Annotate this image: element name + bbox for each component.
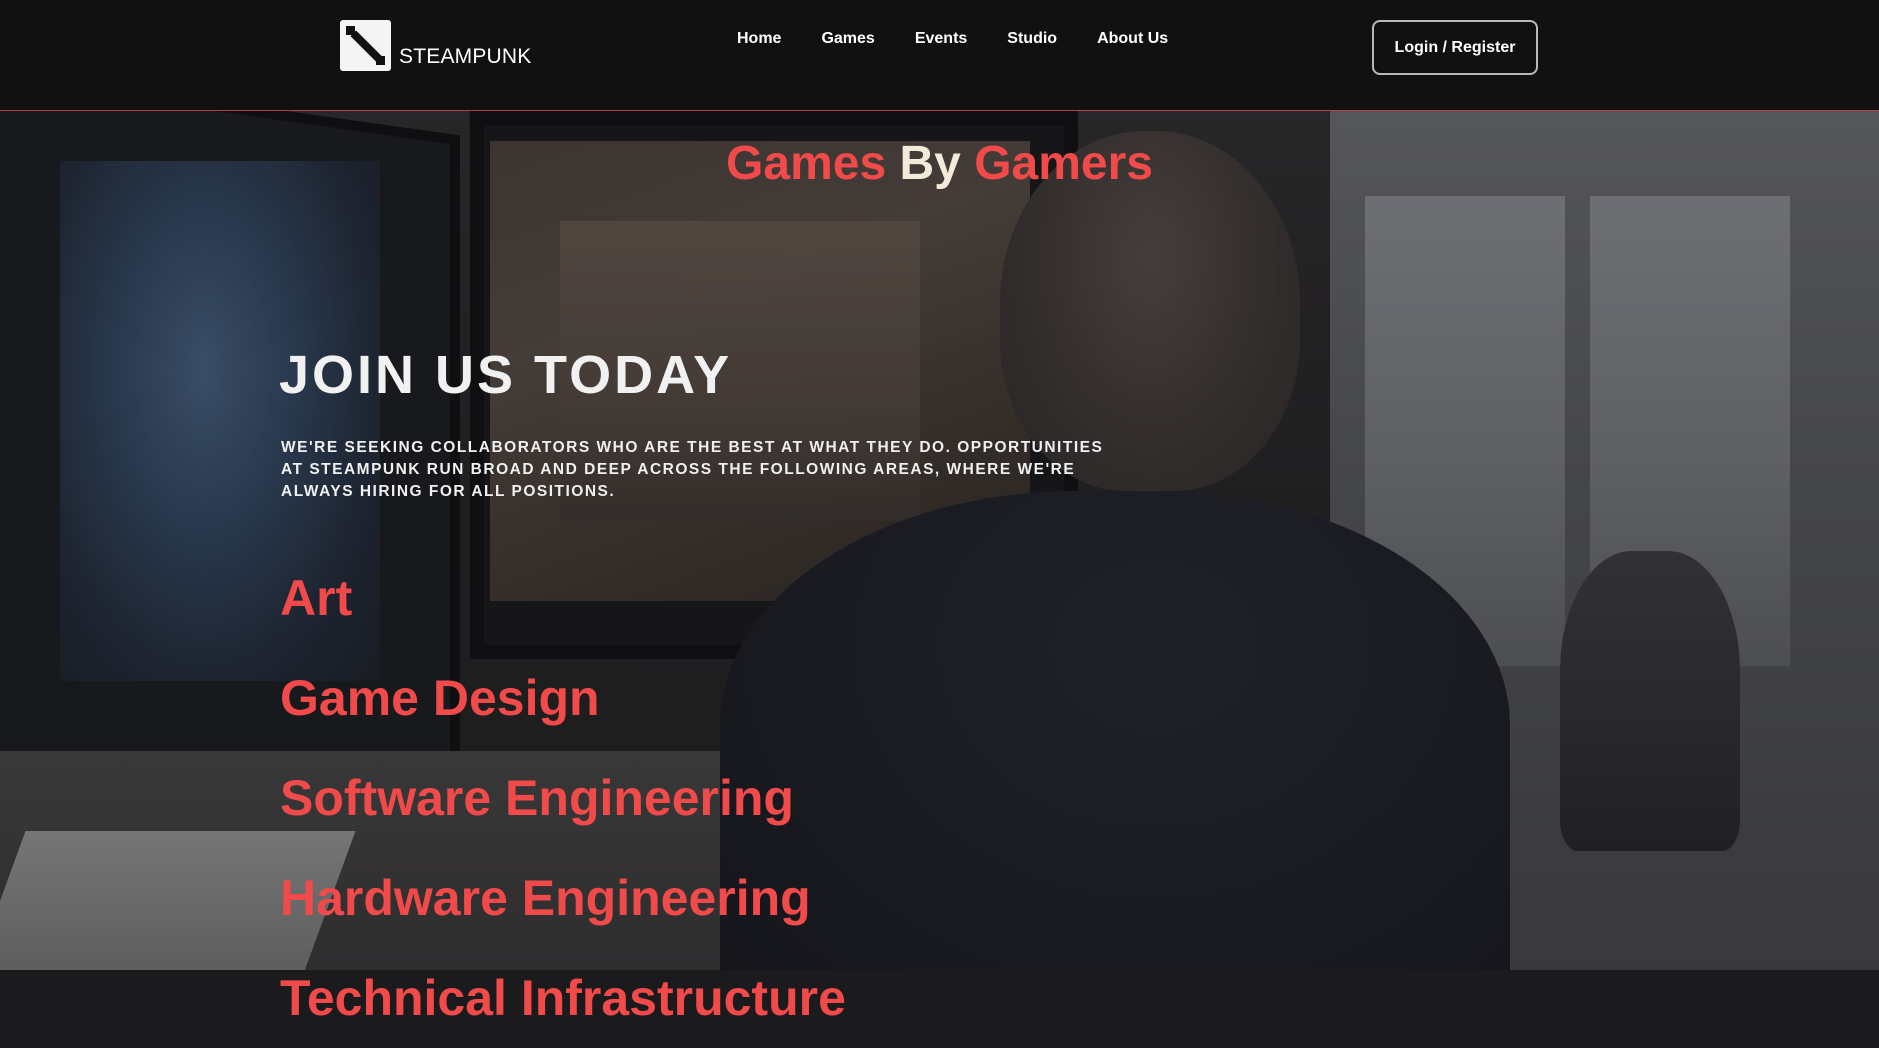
area-art[interactable]: Art	[280, 548, 846, 648]
login-register-button[interactable]: Login / Register	[1372, 20, 1538, 75]
hero-title-gamers: Gamers	[974, 137, 1153, 190]
logo-icon	[340, 20, 391, 71]
nav-about-us[interactable]: About Us	[1097, 30, 1168, 48]
join-us-description: We're seeking collaborators who are the …	[281, 439, 1104, 500]
site-logo[interactable]: STEAMPUNK	[340, 20, 532, 71]
nav-games[interactable]: Games	[821, 30, 874, 48]
nav-studio[interactable]: Studio	[1007, 30, 1057, 48]
logo-text: STEAMPUNK	[399, 45, 532, 68]
area-software-engineering[interactable]: Software Engineering	[280, 748, 846, 848]
nav-home[interactable]: Home	[737, 30, 781, 48]
nav-events[interactable]: Events	[915, 30, 967, 48]
hero-title-games: Games	[726, 137, 887, 190]
hero-title: Games By Gamers	[0, 134, 1879, 194]
area-game-design[interactable]: Game Design	[280, 648, 846, 748]
area-hardware-engineering[interactable]: Hardware Engineering	[280, 848, 846, 948]
join-us-heading: JOIN US TODAY	[279, 345, 733, 405]
main-nav: Home Games Events Studio About Us	[737, 30, 1168, 48]
hero-title-by: By	[899, 137, 961, 190]
hiring-areas-list: Art Game Design Software Engineering Har…	[280, 548, 846, 1048]
area-technical-infrastructure[interactable]: Technical Infrastructure	[280, 948, 846, 1048]
site-header: STEAMPUNK Home Games Events Studio About…	[0, 0, 1879, 111]
